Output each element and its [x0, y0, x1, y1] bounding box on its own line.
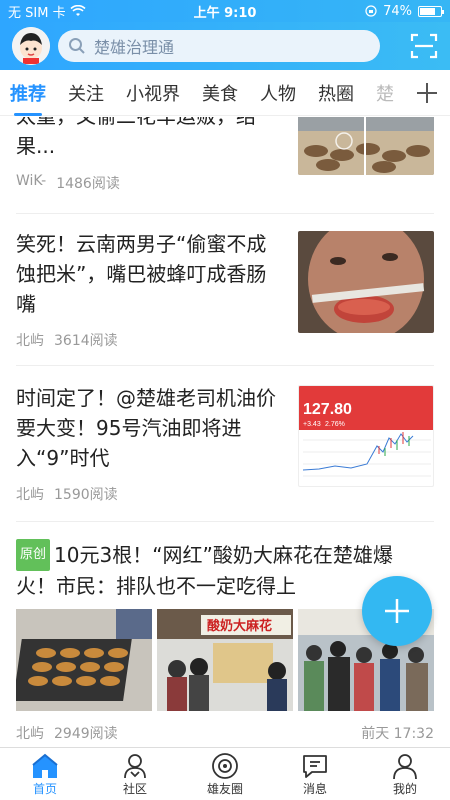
article-title: 太重，又偷二花车运贩，结果... [16, 117, 256, 158]
tab-people[interactable]: 人物 [260, 80, 296, 106]
tab-small-vision[interactable]: 小视界 [126, 80, 180, 106]
compose-button[interactable] [362, 576, 432, 646]
nav-home-label: 首页 [32, 781, 57, 796]
bottom-nav: 首页 社区 雄友圈 消息 我的 [0, 747, 450, 800]
article-thumbnail [298, 117, 434, 175]
divider [16, 213, 434, 214]
search-input[interactable]: 楚雄治理通 [58, 30, 380, 62]
article-item[interactable]: 时间定了！@楚雄老司机油价要大变！95号汽油即将进入“9”时代 北屿 1590阅… [16, 383, 434, 503]
scan-icon[interactable] [410, 32, 438, 60]
nav-profile[interactable]: 我的 [360, 748, 450, 800]
article-title: 时间定了！@楚雄老司机油价要大变！95号汽油即将进入“9”时代 [16, 386, 276, 470]
search-placeholder: 楚雄治理通 [94, 38, 175, 57]
article-author: WiK- [16, 173, 47, 189]
nav-messages-label: 消息 [302, 781, 327, 796]
divider [16, 365, 434, 366]
article-image: 酸奶大麻花 [157, 609, 293, 711]
avatar[interactable] [12, 27, 50, 65]
article-title: 10元3根！“网红”酸奶大麻花在楚雄爆火！市民：排队也不一定吃得上 [16, 543, 393, 598]
nav-community-label: 社区 [122, 781, 147, 796]
plus-icon [385, 599, 409, 623]
nav-profile-label: 我的 [392, 781, 417, 796]
article-author: 北屿 [16, 726, 44, 742]
message-icon [303, 754, 327, 778]
avatar-image [12, 27, 50, 65]
add-channel-icon[interactable] [414, 80, 440, 106]
article-title-row: 原创 10元3根！“网红”酸奶大麻花在楚雄爆火！市民：排队也不一定吃得上 [16, 539, 426, 601]
search-icon [69, 38, 85, 54]
shop-sign: 酸奶大麻花 [207, 618, 272, 634]
friends-circle-icon [212, 752, 238, 779]
battery-icon [418, 5, 444, 17]
chart-percent: 2.76% [325, 421, 345, 428]
article-reads: 2949阅读 [54, 726, 118, 742]
article-thumbnail: 127.80 +3.43 2.76% [298, 385, 434, 487]
tab-food[interactable]: 美食 [202, 80, 238, 106]
article-item[interactable]: 太重，又偷二花车运贩，结果... WiK- 1486阅读 [16, 117, 434, 201]
nav-friends-circle[interactable]: 雄友圈 [180, 748, 270, 800]
status-bar: 无 SIM 卡 上午 9:10 74% [0, 0, 450, 22]
app-header: 楚雄治理通 [0, 22, 450, 70]
profile-icon [393, 753, 417, 779]
community-icon [124, 753, 146, 778]
tab-chuxiong[interactable]: 楚 [376, 80, 394, 106]
news-feed[interactable]: 太重，又偷二花车运贩，结果... WiK- 1486阅读 笑死！云南两男子“偷蜜… [0, 117, 450, 747]
chart-price: 127.80 [303, 401, 352, 418]
article-thumbnail [298, 231, 434, 333]
article-time: 前天 17:32 [361, 726, 434, 742]
original-badge: 原创 [16, 539, 51, 571]
tab-follow[interactable]: 关注 [68, 80, 104, 106]
article-author: 北屿 [16, 487, 44, 503]
nav-friends-circle-label: 雄友圈 [206, 781, 243, 796]
article-title: 笑死！云南两男子“偷蜜不成蚀把米”，嘴巴被蜂叮成香肠嘴 [16, 232, 267, 316]
article-item[interactable]: 原创 10元3根！“网红”酸奶大麻花在楚雄爆火！市民：排队也不一定吃得上 酸奶大麻… [16, 539, 434, 747]
chart-change: +3.43 [303, 421, 321, 428]
nav-messages[interactable]: 消息 [270, 748, 360, 800]
article-item[interactable]: 笑死！云南两男子“偷蜜不成蚀把米”，嘴巴被蜂叮成香肠嘴 北屿 3614阅读 [16, 229, 434, 349]
nav-home[interactable]: 首页 [0, 748, 90, 800]
article-author: 北屿 [16, 333, 44, 349]
article-image [16, 609, 152, 711]
tab-recommend[interactable]: 推荐 [10, 80, 46, 116]
nav-community[interactable]: 社区 [90, 748, 180, 800]
tab-hot-circle[interactable]: 热圈 [318, 80, 354, 106]
article-reads: 3614阅读 [54, 333, 118, 349]
article-reads: 1590阅读 [54, 487, 118, 503]
article-reads: 1486阅读 [56, 176, 120, 192]
home-icon [32, 753, 58, 778]
divider [16, 521, 434, 522]
status-time: 上午 9:10 [193, 5, 257, 21]
channel-tabs: 推荐 关注 小视界 美食 人物 热圈 楚 [0, 70, 450, 116]
